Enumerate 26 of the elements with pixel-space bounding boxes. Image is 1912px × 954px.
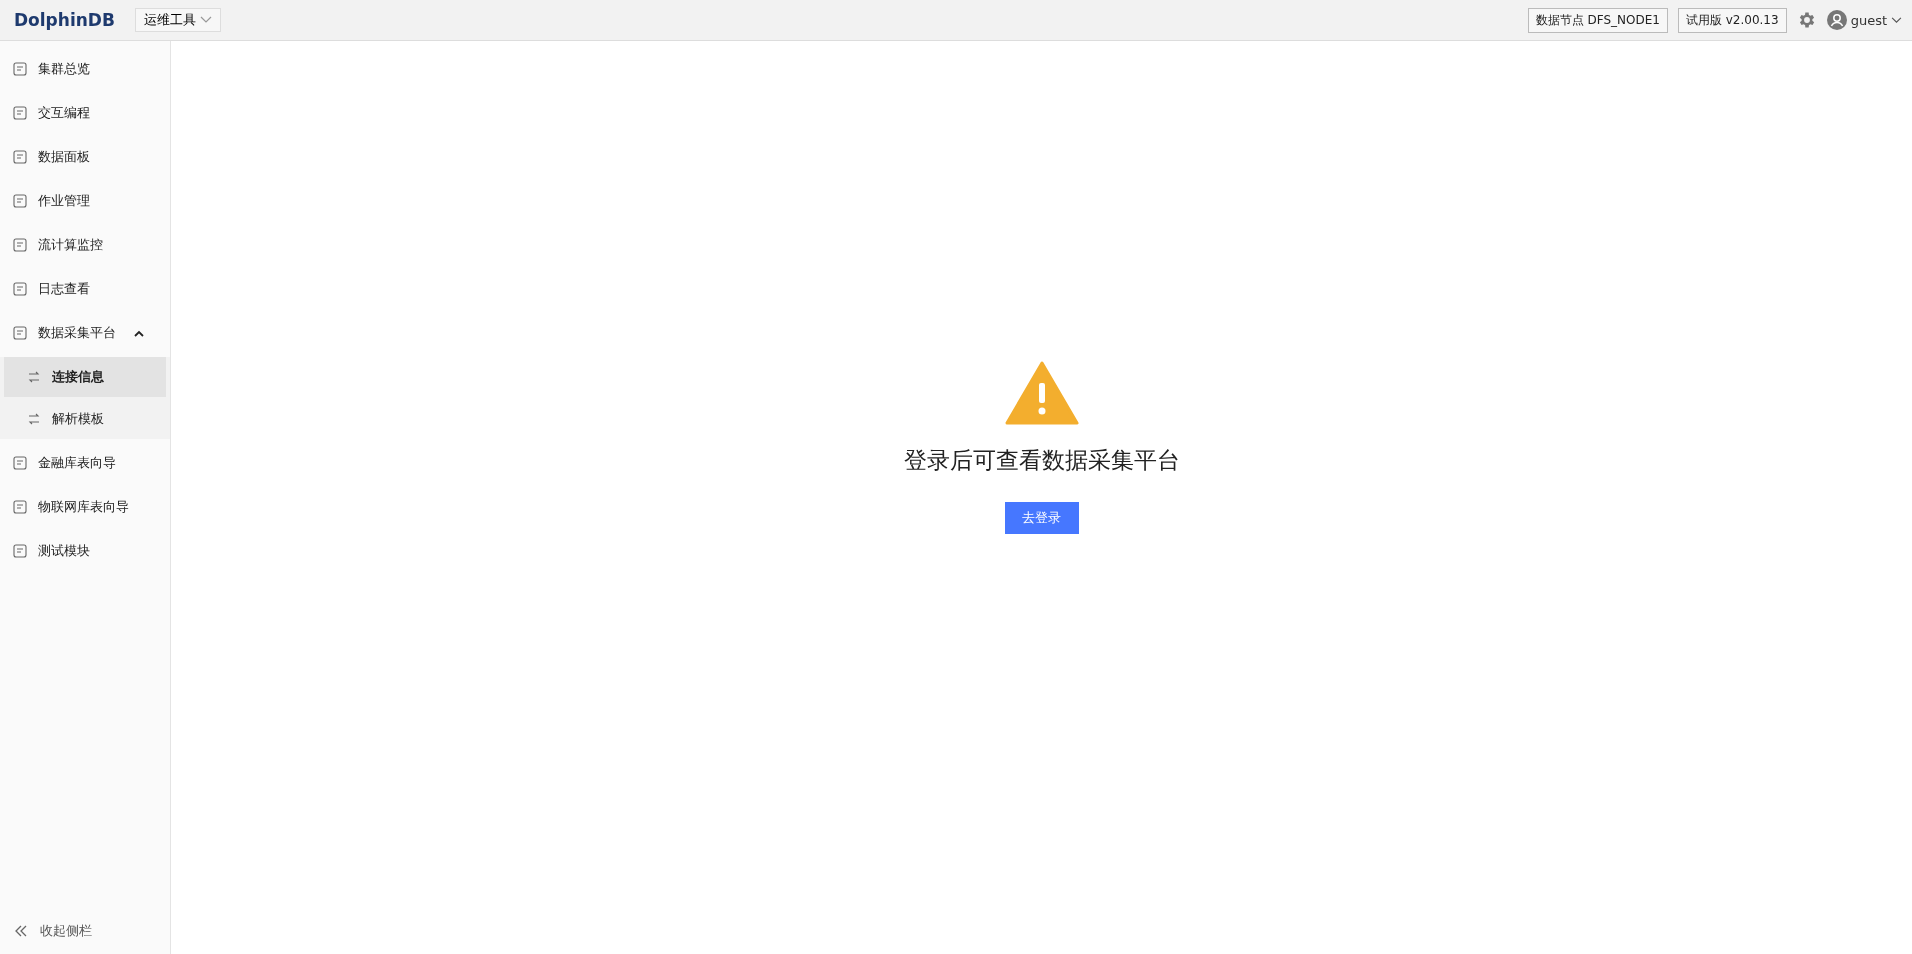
sidebar-item[interactable]: 流计算监控	[0, 223, 170, 267]
sidebar-item[interactable]: 作业管理	[0, 179, 170, 223]
node-label: 数据节点 DFS_NODE1	[1527, 7, 1668, 33]
submenu-item[interactable]: 解析模板	[4, 399, 166, 439]
sidebar-item[interactable]: 金融库表向导	[0, 441, 170, 485]
sidebar-item[interactable]: 交互编程	[0, 91, 170, 135]
sidebar-item[interactable]: 数据采集平台	[0, 311, 170, 355]
login-button[interactable]: 去登录	[1004, 502, 1079, 534]
tools-dropdown[interactable]: 运维工具	[134, 8, 221, 32]
sidebar-item[interactable]: 集群总览	[0, 47, 170, 91]
sidebar-item[interactable]: 数据面板	[0, 135, 170, 179]
chevron-down-icon	[199, 16, 212, 24]
sidebar-item[interactable]: 测试模块	[0, 529, 170, 573]
submenu-item[interactable]: 连接信息	[4, 357, 166, 397]
user-menu[interactable]: guest	[1826, 10, 1902, 30]
version-label: 试用版 v2.00.13	[1677, 7, 1787, 33]
collapse-sidebar-button[interactable]: 收起侧栏	[0, 922, 170, 954]
sidebar-item[interactable]: 日志查看	[0, 267, 170, 311]
logo[interactable]: DolphinDB	[14, 10, 115, 30]
sidebar-item[interactable]: 物联网库表向导	[0, 485, 170, 529]
double-chevron-left-icon	[14, 924, 28, 938]
login-required-message: 登录后可查看数据采集平台	[903, 446, 1180, 475]
user-avatar-icon	[1826, 10, 1847, 30]
chevron-down-icon	[1891, 16, 1902, 24]
warning-icon	[1004, 361, 1079, 425]
caret-icon[interactable]	[134, 329, 144, 337]
